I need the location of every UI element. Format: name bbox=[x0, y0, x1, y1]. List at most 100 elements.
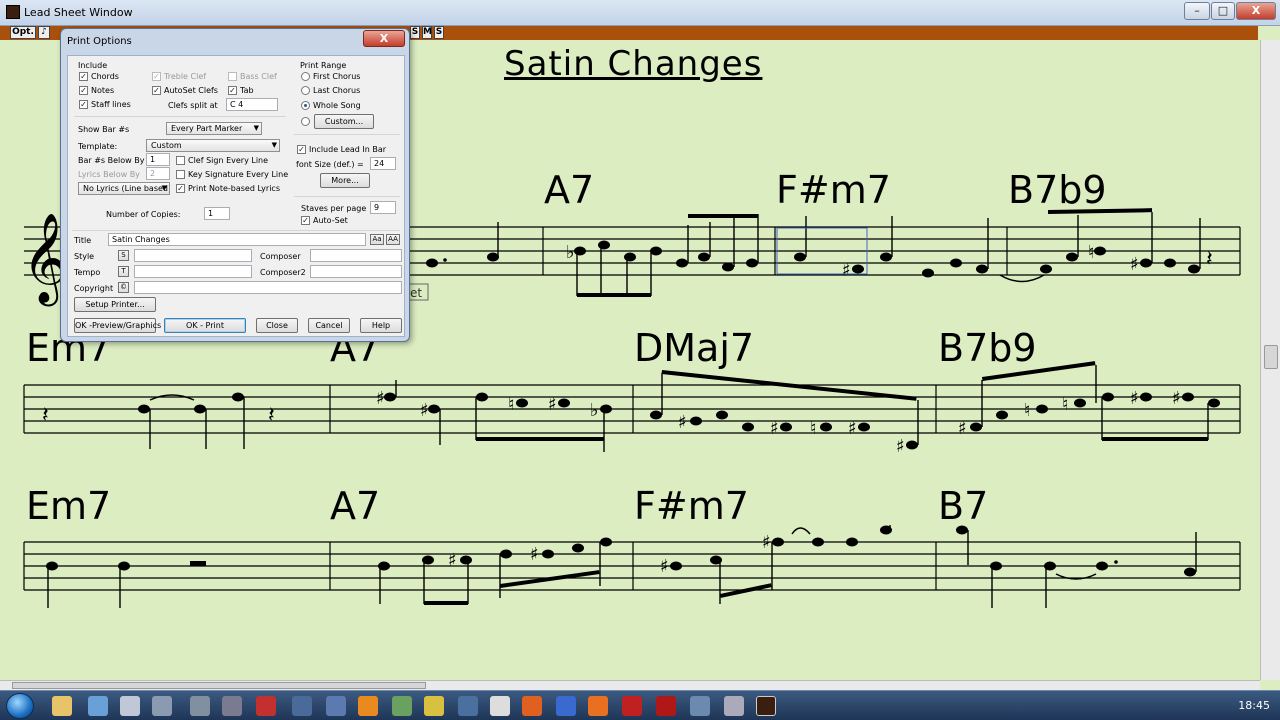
ok-preview-button[interactable]: OK -Preview/Graphics bbox=[74, 318, 161, 333]
font-size-input[interactable]: 24 bbox=[370, 157, 396, 170]
show-bar-select[interactable]: Every Part Marker ▼ bbox=[166, 122, 262, 135]
app-icon[interactable] bbox=[690, 696, 710, 716]
composer-input[interactable] bbox=[310, 249, 402, 262]
app-icon[interactable] bbox=[724, 696, 744, 716]
font-button-caps[interactable]: AA bbox=[386, 234, 400, 245]
svg-text:♯: ♯ bbox=[530, 544, 539, 565]
lyrics-select-value: No Lyrics (Line based) bbox=[83, 184, 170, 193]
lyrics-select[interactable]: No Lyrics (Line based) ▼ bbox=[78, 182, 170, 195]
vertical-scroll-thumb[interactable] bbox=[1264, 345, 1278, 369]
svg-text:𝄽: 𝄽 bbox=[268, 403, 275, 428]
bar-below-label: Bar #s Below By bbox=[78, 156, 145, 165]
bar-below-input[interactable]: 1 bbox=[146, 153, 170, 166]
copyright-field-label: Copyright bbox=[74, 284, 114, 293]
app-icon[interactable] bbox=[292, 696, 312, 716]
svg-text:♯: ♯ bbox=[842, 260, 851, 281]
print-range-heading: Print Range bbox=[300, 61, 347, 70]
include-lead-in-checkbox[interactable]: ✓ bbox=[297, 145, 306, 154]
chevron-down-icon: ▼ bbox=[271, 141, 277, 149]
app-icon[interactable] bbox=[392, 696, 412, 716]
staff-lines-checkbox[interactable]: ✓ bbox=[79, 100, 88, 109]
font-button-aa[interactable]: Aa bbox=[370, 234, 384, 245]
svg-text:♯: ♯ bbox=[660, 556, 669, 577]
chords-checkbox[interactable]: ✓ bbox=[79, 72, 88, 81]
svg-text:♯: ♯ bbox=[762, 532, 771, 553]
acrobat-icon[interactable] bbox=[656, 696, 676, 716]
treble-clef-checkbox[interactable]: ✓ bbox=[152, 72, 161, 81]
cancel-button[interactable]: Cancel bbox=[308, 318, 350, 333]
clock[interactable]: 18:45 bbox=[1238, 699, 1270, 712]
bass-clef-checkbox[interactable] bbox=[228, 72, 237, 81]
app-icon[interactable] bbox=[556, 696, 576, 716]
whole-song-radio[interactable] bbox=[301, 101, 310, 110]
tab-label: Tab bbox=[240, 86, 254, 95]
last-chorus-radio[interactable] bbox=[301, 86, 310, 95]
svg-text:♭: ♭ bbox=[590, 400, 599, 421]
key-signature-every-line-label: Key Signature Every Line bbox=[188, 170, 289, 179]
composer2-input[interactable] bbox=[310, 265, 402, 278]
tempo-button[interactable]: T bbox=[118, 266, 129, 277]
title-field-label: Title bbox=[74, 236, 92, 245]
copyright-input[interactable] bbox=[134, 281, 402, 294]
ok-print-button[interactable]: OK - Print bbox=[164, 318, 246, 333]
template-select[interactable]: Custom ▼ bbox=[146, 139, 280, 152]
style-field-label: Style bbox=[74, 252, 95, 261]
staves-per-page-input[interactable]: 9 bbox=[370, 201, 396, 214]
custom-radio[interactable] bbox=[301, 117, 310, 126]
bass-clef-label: Bass Clef bbox=[240, 72, 277, 81]
copyright-button[interactable]: © bbox=[118, 282, 129, 293]
copies-input[interactable]: 1 bbox=[204, 207, 230, 220]
autoset-clefs-checkbox[interactable]: ✓ bbox=[152, 86, 161, 95]
band-in-a-box-icon[interactable] bbox=[756, 696, 776, 716]
app-icon[interactable] bbox=[256, 696, 276, 716]
app-icon[interactable] bbox=[490, 696, 510, 716]
svg-text:♯: ♯ bbox=[770, 418, 779, 439]
svg-text:♮: ♮ bbox=[508, 394, 514, 415]
auto-set-checkbox[interactable]: ✓ bbox=[301, 216, 310, 225]
clef-sign-every-line-checkbox[interactable] bbox=[176, 156, 185, 165]
app-icon[interactable] bbox=[120, 696, 140, 716]
composer2-label: Composer2 bbox=[260, 268, 306, 277]
svg-text:♭: ♭ bbox=[566, 242, 575, 263]
setup-printer-button[interactable]: Setup Printer... bbox=[74, 297, 156, 312]
help-button[interactable]: Help bbox=[360, 318, 402, 333]
horizontal-scrollbar[interactable] bbox=[0, 680, 1260, 690]
first-chorus-label: First Chorus bbox=[313, 72, 361, 81]
notes-label: Notes bbox=[91, 86, 115, 95]
dialog-close-button[interactable]: X bbox=[363, 30, 405, 47]
staves-per-page-label: Staves per page bbox=[301, 204, 367, 213]
lyrics-below-label: Lyrics Below By bbox=[78, 170, 140, 179]
style-button[interactable]: S bbox=[118, 250, 129, 261]
start-button[interactable] bbox=[6, 693, 34, 719]
font-size-label: font Size (def.) = bbox=[296, 160, 364, 169]
notes-checkbox[interactable]: ✓ bbox=[79, 86, 88, 95]
explorer-icon[interactable] bbox=[52, 696, 72, 716]
app-icon[interactable] bbox=[190, 696, 210, 716]
template-value: Custom bbox=[151, 141, 182, 150]
horizontal-scroll-thumb[interactable] bbox=[12, 682, 426, 689]
print-note-lyrics-checkbox[interactable]: ✓ bbox=[176, 184, 185, 193]
app-icon[interactable] bbox=[522, 696, 542, 716]
close-button[interactable]: Close bbox=[256, 318, 298, 333]
app-icon[interactable] bbox=[326, 696, 346, 716]
style-input[interactable] bbox=[134, 249, 252, 262]
custom-range-button[interactable]: Custom... bbox=[314, 114, 374, 129]
vlc-icon[interactable] bbox=[358, 696, 378, 716]
tab-checkbox[interactable]: ✓ bbox=[228, 86, 237, 95]
lyrics-below-input[interactable]: 2 bbox=[146, 167, 170, 180]
app-icon[interactable] bbox=[424, 696, 444, 716]
flash-icon[interactable] bbox=[622, 696, 642, 716]
more-button[interactable]: More... bbox=[320, 173, 370, 188]
first-chorus-radio[interactable] bbox=[301, 72, 310, 81]
clefs-split-input[interactable]: C 4 bbox=[226, 98, 278, 111]
tempo-input[interactable] bbox=[134, 265, 252, 278]
chevron-down-icon: ▼ bbox=[161, 184, 167, 192]
app-icon[interactable] bbox=[458, 696, 478, 716]
app-icon[interactable] bbox=[222, 696, 242, 716]
vertical-scrollbar[interactable] bbox=[1260, 40, 1280, 680]
app-icon[interactable] bbox=[152, 696, 172, 716]
firefox-icon[interactable] bbox=[588, 696, 608, 716]
app-icon[interactable] bbox=[88, 696, 108, 716]
key-signature-every-line-checkbox[interactable] bbox=[176, 170, 185, 179]
title-input[interactable]: Satin Changes bbox=[108, 233, 366, 246]
